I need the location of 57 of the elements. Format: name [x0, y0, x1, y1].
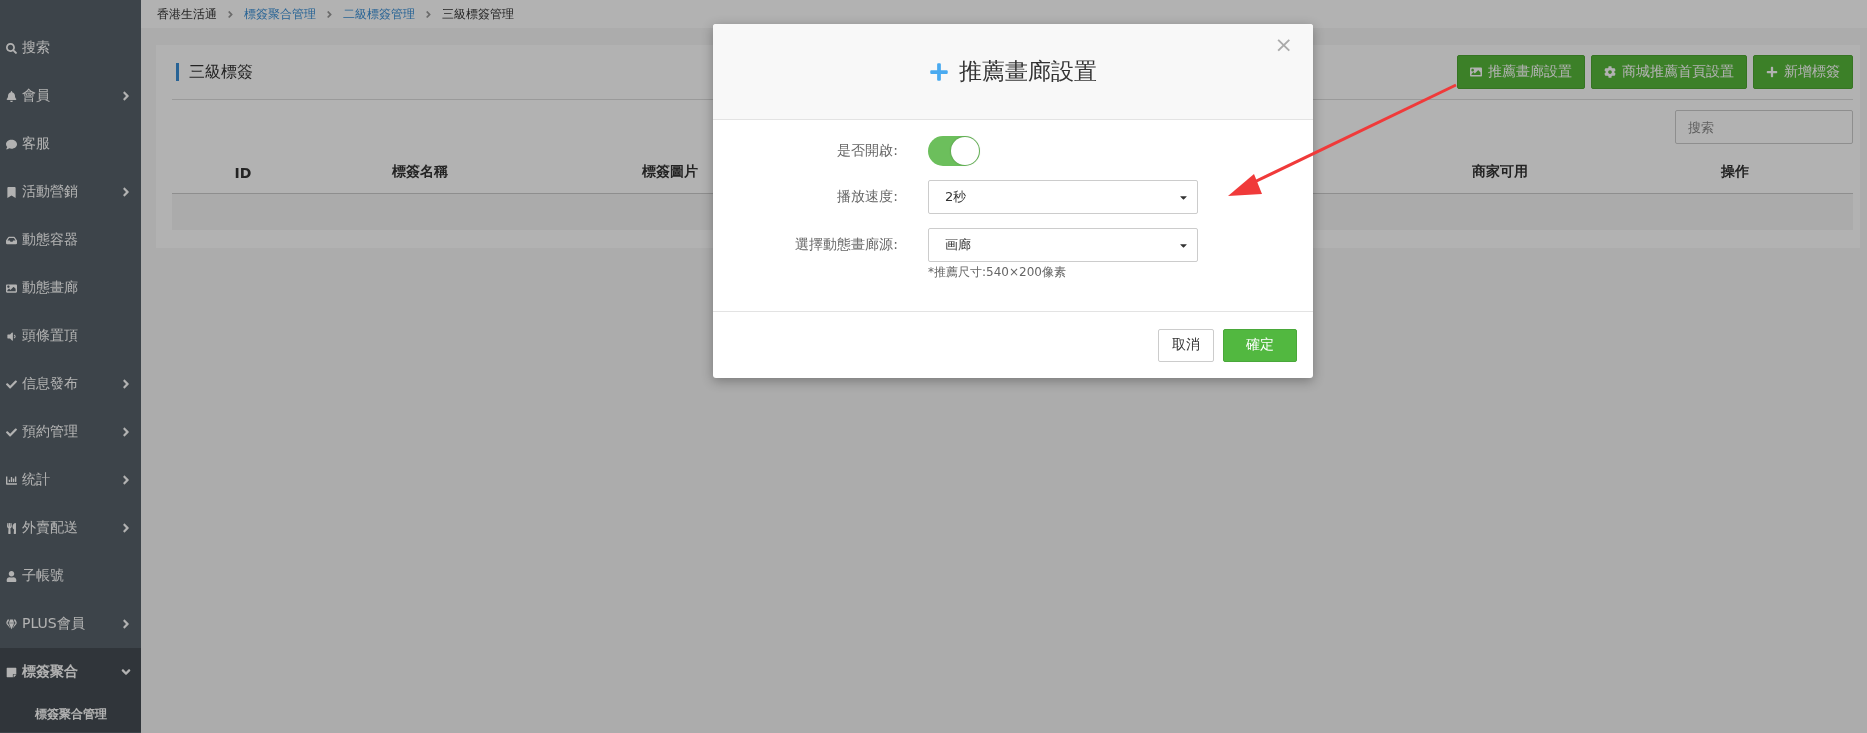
- settings-icon: [1604, 66, 1616, 78]
- field-label: 播放速度:: [836, 188, 898, 206]
- sidebar-subitem[interactable]: 標簽聚合管理: [0, 696, 141, 732]
- search-icon: [6, 42, 17, 54]
- sidebar-item[interactable]: PLUS會員: [0, 600, 141, 648]
- plus-icon: [1766, 66, 1778, 78]
- check-icon: [6, 378, 17, 390]
- field-label: 選擇動態畫廊源:: [794, 236, 898, 254]
- chevron-right-icon: [324, 8, 335, 20]
- column-header: ID: [233, 165, 253, 181]
- sidebar-item[interactable]: 會員: [0, 72, 141, 120]
- sidebar-item[interactable]: 動態容器: [0, 216, 141, 264]
- search-field[interactable]: 搜索: [1675, 110, 1853, 144]
- bell-icon: [6, 90, 17, 102]
- breadcrumb-link[interactable]: 標簽聚合管理: [244, 5, 316, 23]
- sidebar-item[interactable]: 預約管理: [0, 408, 141, 456]
- column-header: 操作: [1720, 163, 1750, 181]
- comment-icon: [6, 138, 17, 150]
- panel-title: 三級標簽: [176, 63, 253, 81]
- cancel-button[interactable]: 取消: [1158, 328, 1214, 362]
- column-header: 商家可用: [1471, 163, 1529, 181]
- sidebar-item[interactable]: 外賣配送: [0, 504, 141, 552]
- image-icon: [6, 282, 17, 294]
- chevron-right-icon: [225, 8, 236, 20]
- inbox-icon: [6, 234, 17, 246]
- sidebar-item[interactable]: 活動營銷: [0, 168, 141, 216]
- field-label: 是否開啟:: [836, 142, 898, 160]
- sidebar-item[interactable]: 標簽聚合: [0, 648, 141, 696]
- sidebar-item[interactable]: 信息發布: [0, 360, 141, 408]
- confirm-button[interactable]: 確定: [1223, 328, 1297, 362]
- check-icon: [6, 426, 17, 438]
- chevron-right-icon: [423, 8, 434, 20]
- field-hint: *推薦尺寸:540×200像素: [928, 264, 1067, 281]
- speaker-icon: [6, 330, 17, 342]
- column-header: 標簽圖片: [641, 163, 699, 181]
- image-icon: [1470, 66, 1482, 78]
- sidebar-item[interactable]: 子帳號: [0, 552, 141, 600]
- sidebar-item[interactable]: 動態畫廊: [0, 264, 141, 312]
- gem-icon: [6, 618, 17, 630]
- breadcrumb-link[interactable]: 二級標簽管理: [343, 5, 415, 23]
- note-icon: [6, 666, 17, 678]
- toggle-switch[interactable]: [928, 136, 980, 166]
- select-field[interactable]: 2秒: [928, 180, 1198, 214]
- sidebar-item[interactable]: 统計: [0, 456, 141, 504]
- sidebar-item[interactable]: 客服: [0, 120, 141, 168]
- bookmark-icon: [6, 186, 17, 198]
- sidebar-item[interactable]: 搜索: [0, 24, 141, 72]
- breadcrumb-item: 香港生活通: [157, 5, 217, 23]
- utensils-icon: [6, 522, 17, 534]
- column-header: 標簽名稱: [391, 163, 449, 181]
- breadcrumb-item: 三級標簽管理: [442, 5, 514, 23]
- plus-icon: [929, 61, 949, 82]
- sidebar-item[interactable]: 頭條置頂: [0, 312, 141, 360]
- bar-chart-icon: [6, 474, 17, 486]
- select-field[interactable]: 画廊: [928, 228, 1198, 262]
- dialog-title: 推薦畫廊設置: [959, 57, 1097, 86]
- user-icon: [6, 570, 17, 582]
